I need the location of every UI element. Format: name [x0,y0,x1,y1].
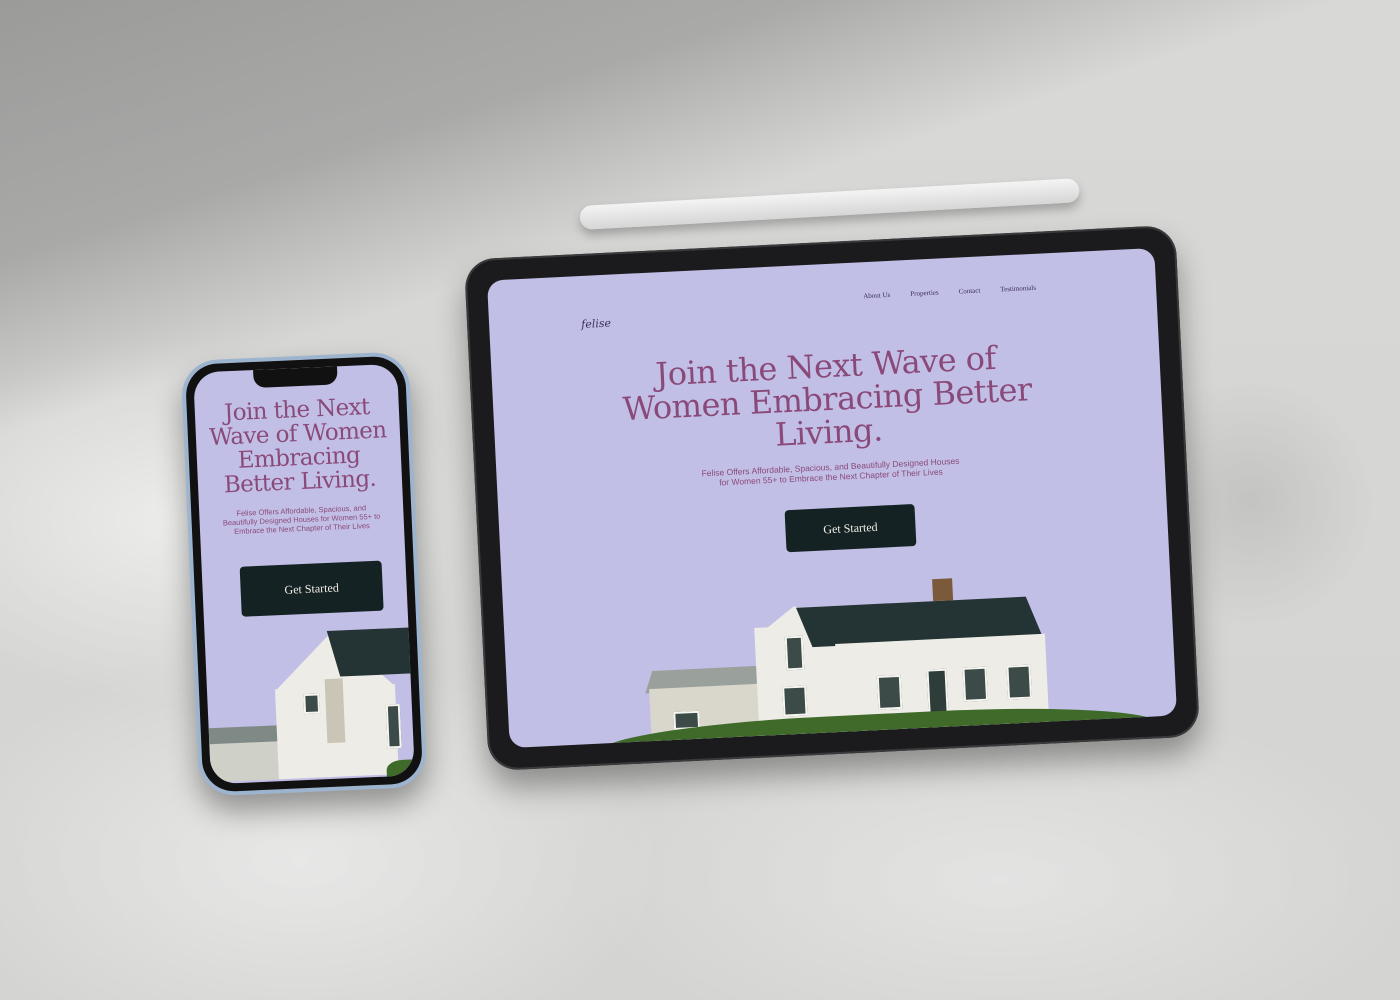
get-started-button[interactable]: Get Started [784,503,917,553]
hedge-mobile [386,758,415,785]
hero-subtitle-mobile: Felise Offers Affordable, Spacious, and … [222,503,381,537]
phone-screen: Join the Next Wave of Women Embracing Be… [193,363,415,785]
brand-logo[interactable]: felise [581,317,611,331]
hero-subtitle: Felise Offers Affordable, Spacious, and … [701,455,960,488]
hero-title-mobile: Join the Next Wave of Women Embracing Be… [208,393,388,499]
get-started-button-mobile[interactable]: Get Started [239,560,384,617]
house-image-mobile [204,623,415,783]
main-nav: About Us Properties Contact Testimonials [863,284,1036,300]
nav-item-about-us[interactable]: About Us [863,291,890,300]
nav-item-contact[interactable]: Contact [958,287,980,296]
phone-notch [253,366,338,389]
nav-item-properties[interactable]: Properties [910,289,939,298]
tablet-screen: felise About Us Properties Contact Testi… [486,247,1178,749]
nav-item-testimonials[interactable]: Testimonials [1000,284,1036,294]
hero-title: Join the Next Wave of Women Embracing Be… [621,338,1033,454]
phone-device: Join the Next Wave of Women Embracing Be… [180,351,428,797]
tablet-device: felise About Us Properties Contact Testi… [463,224,1201,772]
